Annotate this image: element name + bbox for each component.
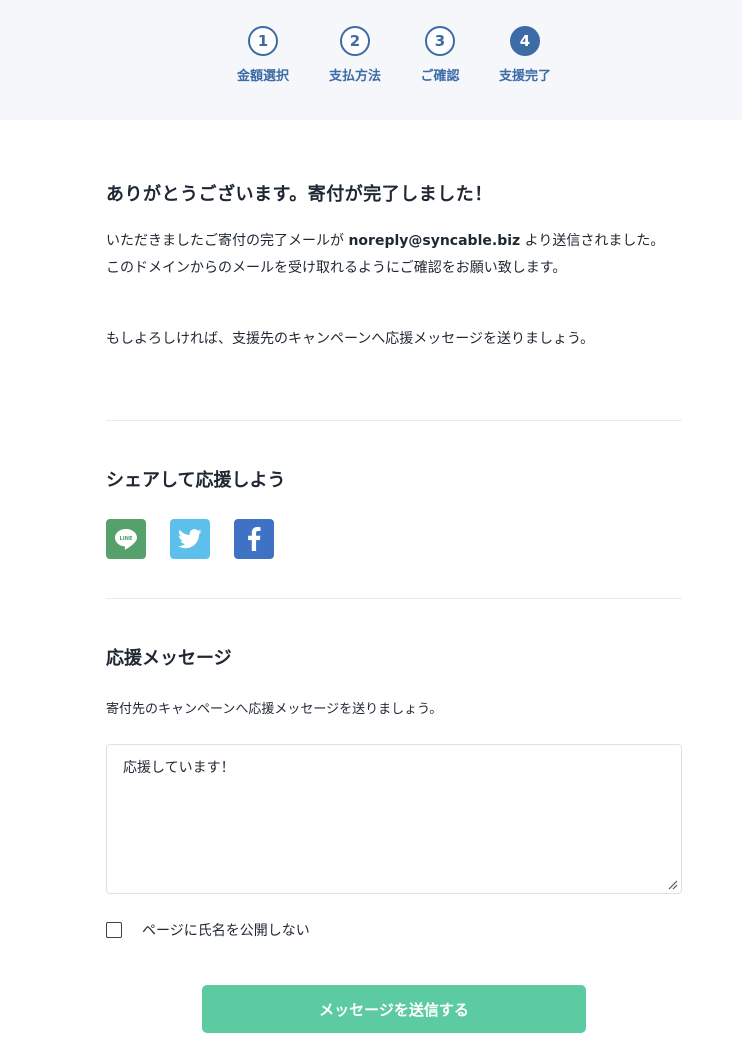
share-twitter-button[interactable] — [170, 519, 210, 559]
confirmation-text-before: いただきましたご寄付の完了メールが — [106, 233, 349, 249]
facebook-icon — [248, 527, 261, 551]
share-buttons: LINE — [106, 519, 298, 559]
message-textarea-wrapper: 応援しています！ — [106, 744, 682, 894]
anonymous-label: ページに氏名を公開しない — [142, 923, 310, 939]
share-facebook-button[interactable] — [234, 519, 274, 559]
anonymous-checkbox[interactable] — [106, 922, 122, 938]
message-description: 寄付先のキャンペーンへ応援メッセージを送りましょう。 — [106, 702, 443, 717]
resize-handle-icon[interactable] — [666, 878, 678, 890]
step-label: ご確認 — [420, 69, 460, 84]
step-label: 金額選択 — [236, 69, 289, 84]
message-title: 応援メッセージ — [106, 648, 232, 669]
encourage-text: もしよろしければ、支援先のキャンペーンへ応援メッセージを送りましょう。 — [106, 331, 595, 347]
share-title: シェアして応援しよう — [106, 470, 286, 491]
anonymous-option: ページに氏名を公開しない — [106, 920, 310, 940]
step-1: 1 金額選択 — [223, 26, 303, 84]
step-number: 3 — [425, 26, 455, 56]
step-2: 2 支払方法 — [315, 26, 395, 84]
stepper-bar: 1 金額選択 2 支払方法 3 ご確認 4 支援完了 — [0, 0, 742, 120]
line-icon: LINE — [115, 529, 137, 550]
message-textarea[interactable]: 応援しています！ — [107, 745, 681, 893]
sender-email: noreply@syncable.biz — [348, 233, 521, 249]
send-message-button[interactable]: メッセージを送信する — [202, 985, 586, 1033]
line-icon-text: LINE — [119, 536, 133, 542]
step-label: 支払方法 — [328, 69, 381, 84]
page-title: ありがとうございます。寄付が完了しました！ — [106, 184, 493, 205]
step-number: 1 — [248, 26, 278, 56]
confirmation-text: いただきましたご寄付の完了メールが noreply@syncable.biz よ… — [106, 228, 666, 282]
step-4-current: 4 支援完了 — [485, 26, 565, 84]
step-number: 2 — [340, 26, 370, 56]
step-number: 4 — [510, 26, 540, 56]
divider — [106, 420, 682, 421]
twitter-icon — [178, 529, 202, 549]
step-label: 支援完了 — [498, 69, 551, 84]
step-3: 3 ご確認 — [400, 26, 480, 84]
divider — [106, 598, 682, 599]
share-line-button[interactable]: LINE — [106, 519, 146, 559]
